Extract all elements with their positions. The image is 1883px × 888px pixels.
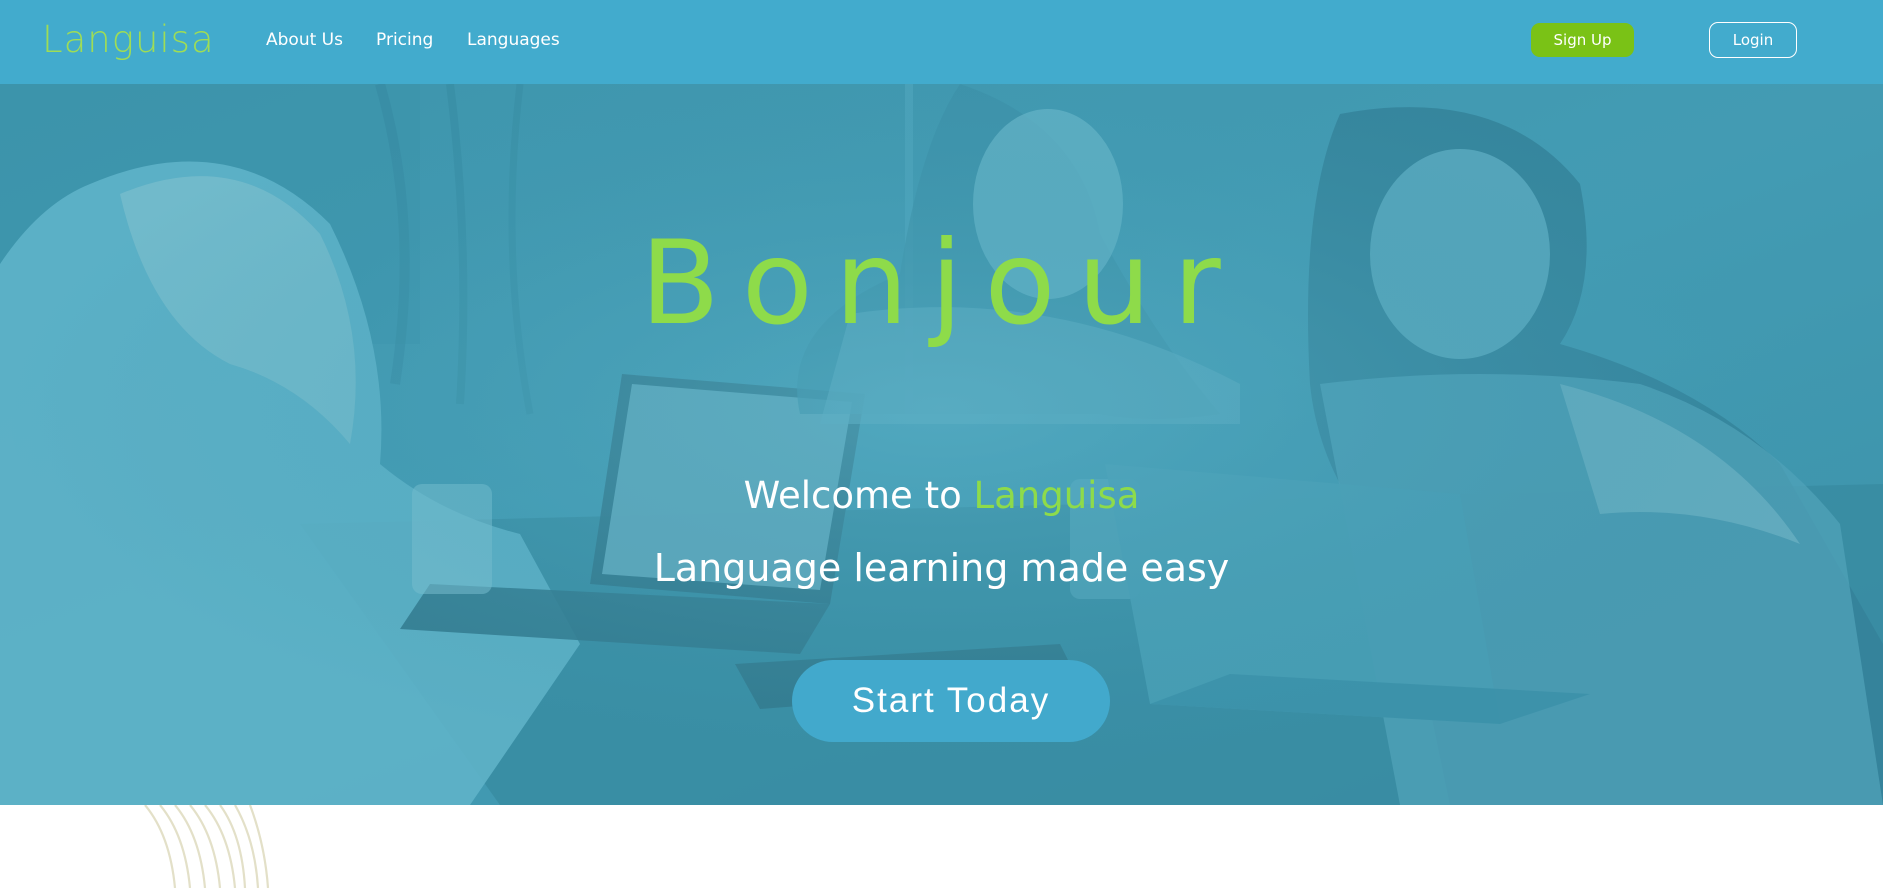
login-button[interactable]: Login xyxy=(1709,22,1797,58)
welcome-brand: Languisa xyxy=(973,474,1140,517)
welcome-prefix: Welcome to xyxy=(743,474,974,517)
sign-up-button[interactable]: Sign Up xyxy=(1531,23,1634,57)
welcome-heading: Welcome to Languisa xyxy=(0,472,1883,520)
top-navbar: Languisa About Us Pricing Languages Sign… xyxy=(0,0,1883,84)
hero-title: Bonjour xyxy=(640,216,1243,351)
hero-section: Bonjour Welcome to Languisa Language lea… xyxy=(0,84,1883,805)
nav-link-pricing[interactable]: Pricing xyxy=(376,28,433,52)
decorative-arcs xyxy=(144,805,270,888)
start-today-button[interactable]: Start Today xyxy=(792,660,1110,742)
nav-link-about-us[interactable]: About Us xyxy=(266,28,343,52)
brand-logo[interactable]: Languisa xyxy=(42,16,215,64)
hero-tagline: Language learning made easy xyxy=(653,546,1230,590)
nav-link-languages[interactable]: Languages xyxy=(467,28,560,52)
